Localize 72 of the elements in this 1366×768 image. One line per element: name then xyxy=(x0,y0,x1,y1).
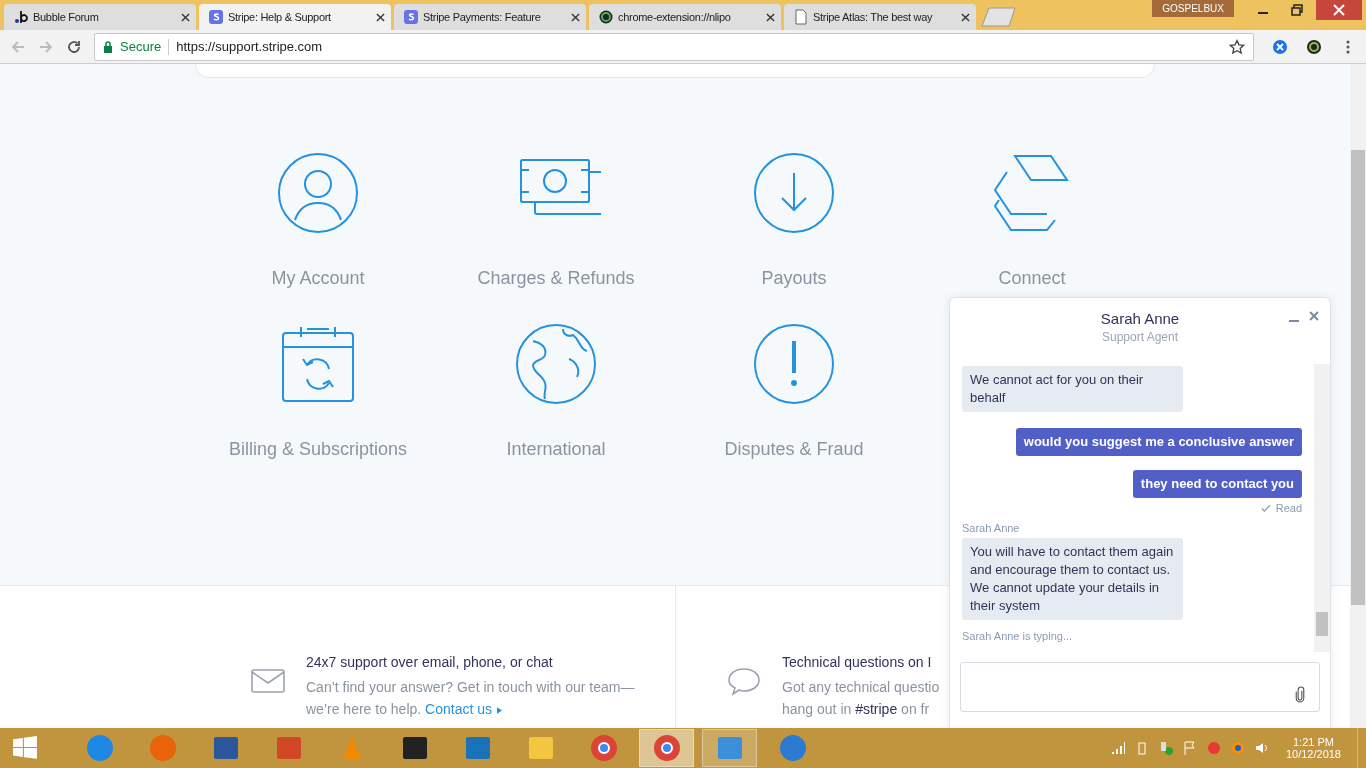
support-description: Can’t find your answer? Get in touch with our team—we’re here to help. Contact us xyxy=(306,678,636,719)
support-title: 24x7 support over email, phone, or chat xyxy=(306,654,554,670)
attachment-icon[interactable] xyxy=(1295,686,1305,703)
app-icon xyxy=(588,733,619,763)
message-input[interactable] xyxy=(960,662,1320,712)
close-window-button[interactable] xyxy=(1316,0,1362,20)
app-icon xyxy=(777,733,808,763)
lock-icon xyxy=(103,40,113,53)
favicon-icon xyxy=(793,9,809,25)
taskbar-app[interactable] xyxy=(639,729,694,767)
category-link[interactable]: Billing & Subscriptions xyxy=(228,439,408,460)
close-icon[interactable] xyxy=(181,12,190,22)
new-tab-button[interactable] xyxy=(981,7,1017,27)
browser-tab[interactable]: Stripe Atlas: The best way xyxy=(784,4,976,30)
scrollbar[interactable] xyxy=(1350,64,1366,728)
agent-name: Sarah Anne xyxy=(1100,310,1180,327)
favicon-icon xyxy=(13,9,29,25)
agent-role: Support Agent xyxy=(1101,330,1179,344)
category-link[interactable]: International xyxy=(506,439,606,460)
chat-message: they need to contact you xyxy=(1132,470,1302,498)
star-icon[interactable] xyxy=(1229,38,1245,55)
check-icon xyxy=(1260,503,1271,513)
app-tray-icon[interactable] xyxy=(1205,740,1222,756)
app-icon xyxy=(84,733,115,763)
scrollbar[interactable] xyxy=(1314,364,1330,652)
close-icon[interactable] xyxy=(766,12,775,22)
caret-icon xyxy=(497,707,502,714)
support-description: Got any technical questio xyxy=(782,678,940,697)
favicon-icon xyxy=(598,9,614,25)
chat-message: We cannot act for you on their behalf xyxy=(962,366,1183,412)
read-receipt: Read xyxy=(1275,502,1302,514)
category-link[interactable]: Disputes & Fraud xyxy=(724,439,864,460)
signal-icon[interactable] xyxy=(1109,740,1126,756)
close-icon[interactable] xyxy=(376,12,385,22)
favicon-icon xyxy=(208,9,224,25)
support-description: hang out in #stripe on fr xyxy=(782,700,931,719)
browser-tab[interactable]: Stripe: Help & Support xyxy=(199,4,391,30)
envelope-icon xyxy=(250,666,286,696)
start-icon[interactable] xyxy=(12,735,38,761)
time-text: 1:21 PM xyxy=(1293,736,1334,748)
sender-name: Sarah Anne xyxy=(962,522,1021,534)
browser-tab[interactable]: Stripe Payments: Feature xyxy=(394,4,586,30)
flag-icon[interactable] xyxy=(1181,740,1198,756)
security-label: Secure xyxy=(120,39,162,54)
close-icon[interactable] xyxy=(961,12,970,22)
app-icon xyxy=(147,733,178,763)
app-tray-icon[interactable] xyxy=(1229,740,1246,756)
speaker-icon[interactable] xyxy=(1253,740,1270,756)
date-text: 10/12/2018 xyxy=(1285,748,1341,760)
category-link[interactable]: Charges & Refunds xyxy=(477,268,635,289)
browser-tab[interactable]: Bubble Forum xyxy=(4,4,196,30)
forward-icon[interactable] xyxy=(38,38,54,55)
contact-link[interactable]: Contact us xyxy=(425,701,502,717)
chat-message: You will have to contact them again and encourage them to contact us. We cannot update your details in their system xyxy=(962,538,1183,620)
support-title: Technical questions on I xyxy=(782,654,933,670)
chat-message: would you suggest me a conclusive answer xyxy=(1015,428,1302,456)
profile-badge[interactable]: GOSPELBUX xyxy=(1152,0,1234,17)
typing-indicator: Sarah Anne is typing... xyxy=(962,630,1074,642)
url-text: https://support.stripe.com xyxy=(176,39,323,54)
address-bar[interactable]: Secure https://support.stripe.com xyxy=(94,32,1254,61)
category-link[interactable]: Connect xyxy=(998,268,1066,289)
clock[interactable]: 1:21 PM 10/12/2018 xyxy=(1285,736,1341,760)
close-icon[interactable] xyxy=(571,12,580,22)
extension-icon[interactable] xyxy=(1306,38,1322,55)
back-icon[interactable] xyxy=(10,38,26,55)
browser-tab[interactable]: chrome-extension://nlipo xyxy=(589,4,781,30)
reload-icon[interactable] xyxy=(66,38,82,55)
favicon-icon xyxy=(403,9,419,25)
category-link[interactable]: Payouts xyxy=(761,268,827,289)
speech-bubble-icon xyxy=(726,666,762,696)
category-link[interactable]: My Account xyxy=(271,268,365,289)
app-icon xyxy=(651,733,682,763)
